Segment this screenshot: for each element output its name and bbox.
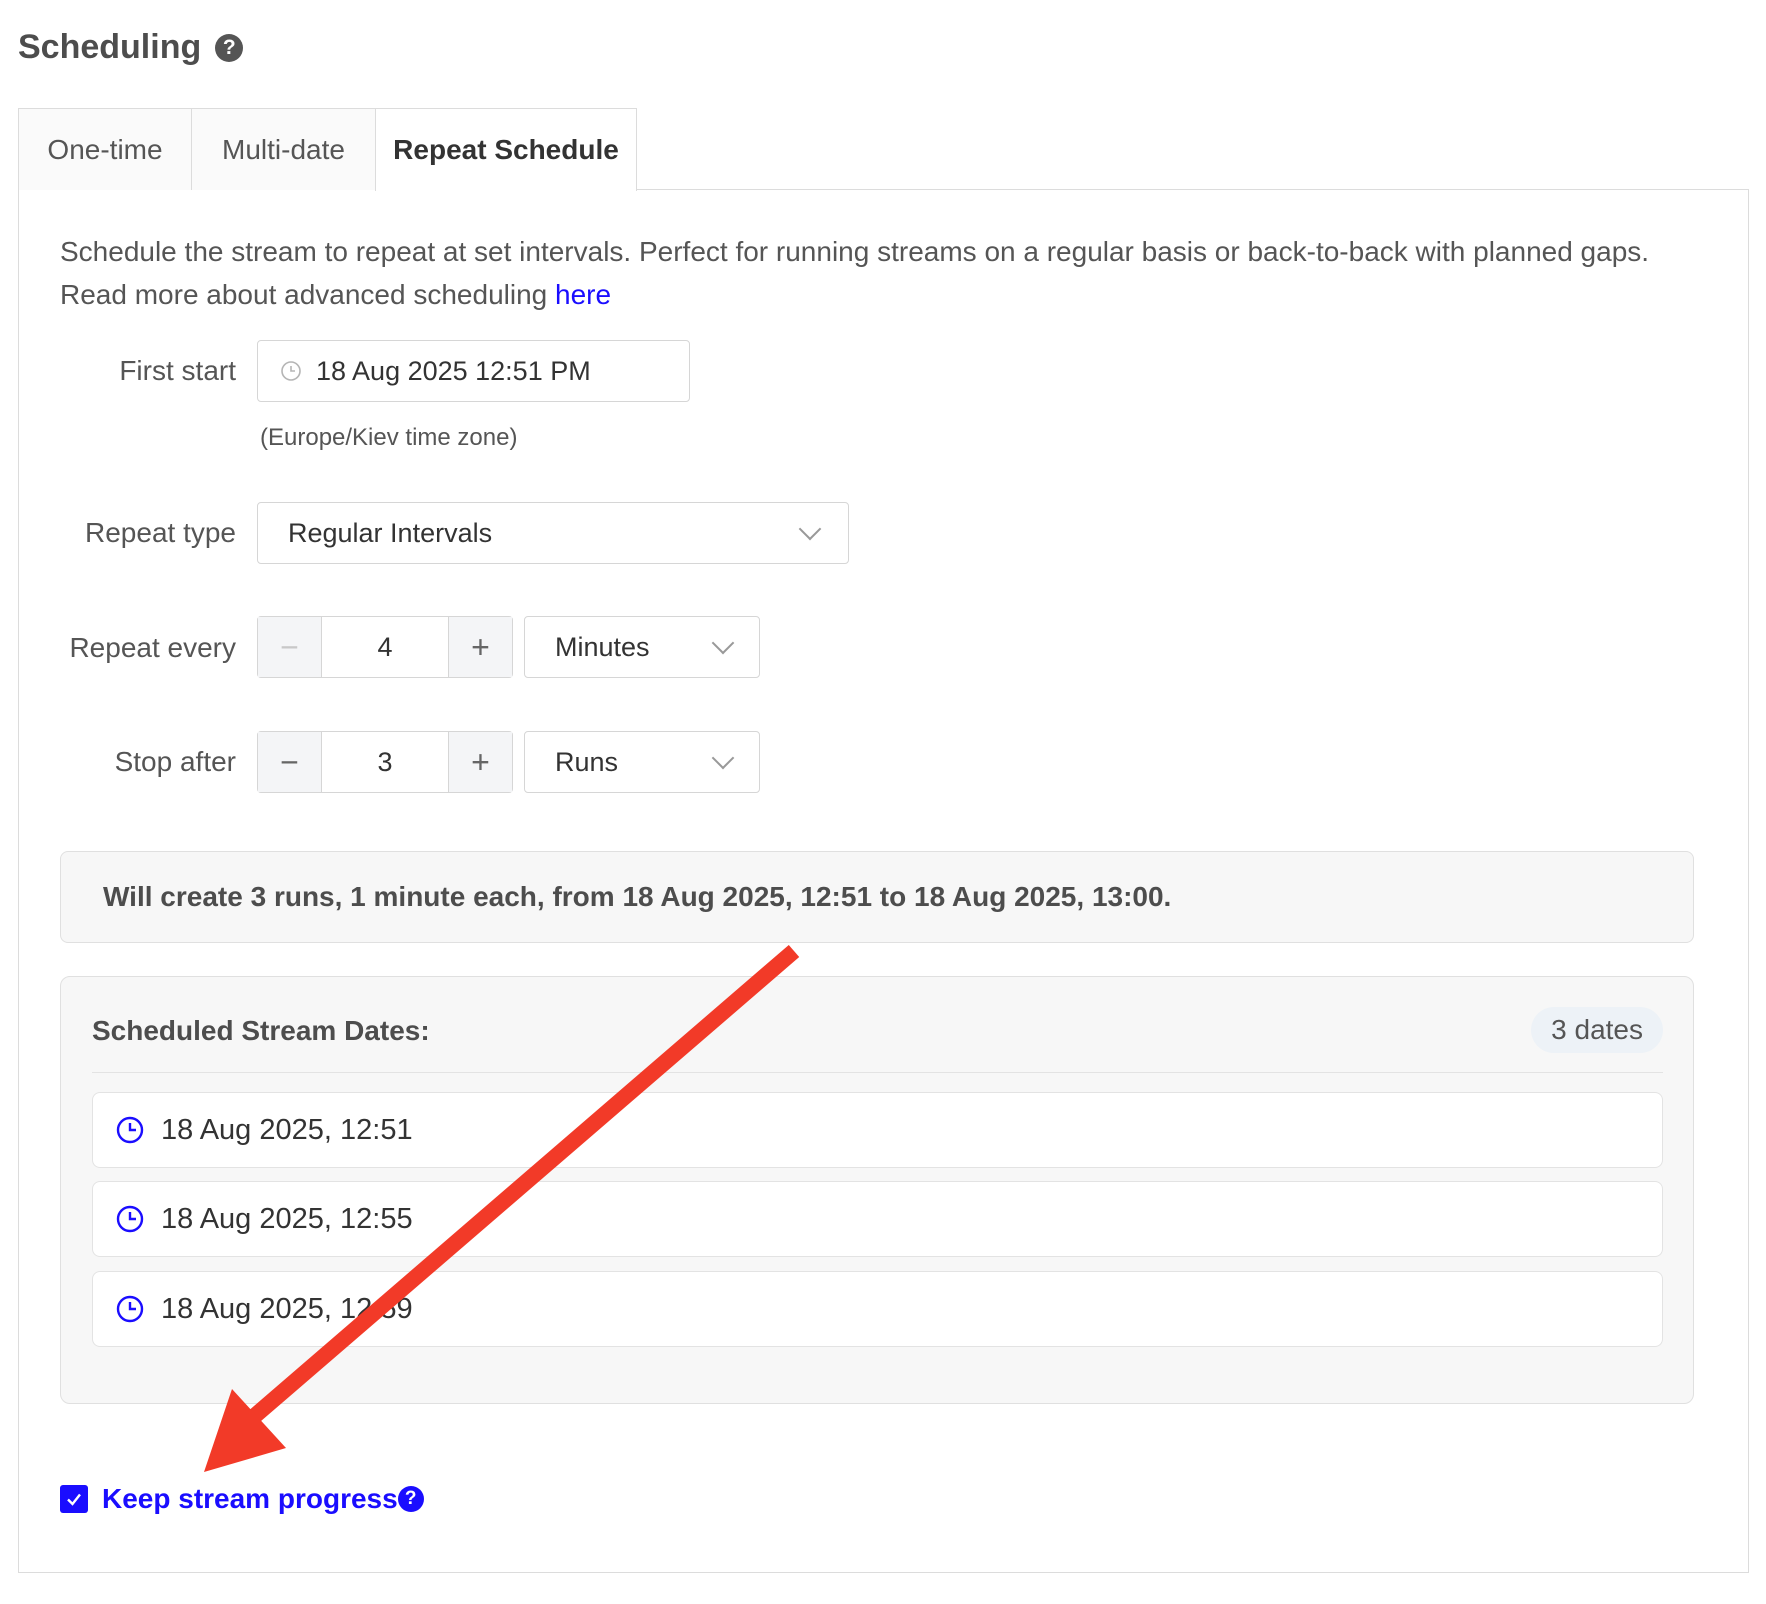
description-line2-text: Read more about advanced scheduling bbox=[60, 279, 556, 310]
chevron-down-icon bbox=[711, 746, 735, 770]
repeat-every-value[interactable]: 4 bbox=[322, 617, 448, 677]
description: Schedule the stream to repeat at set int… bbox=[60, 230, 1720, 316]
clock-icon bbox=[116, 1116, 144, 1144]
repeat-every-label: Repeat every bbox=[69, 632, 236, 663]
help-icon[interactable]: ? bbox=[397, 1486, 424, 1512]
repeat-every-unit-value: Minutes bbox=[555, 631, 650, 662]
description-line2: Read more about advanced scheduling here bbox=[60, 273, 1720, 316]
repeat-type-select[interactable]: Regular Intervals bbox=[257, 502, 849, 564]
section-heading: Scheduling ? bbox=[18, 28, 244, 67]
timezone-note: (Europe/Kiev time zone) bbox=[260, 424, 518, 451]
repeat-type-label: Repeat type bbox=[85, 517, 236, 548]
date-text: 18 Aug 2025, 12:51 bbox=[161, 1113, 413, 1146]
scheduled-dates-title: Scheduled Stream Dates: bbox=[92, 1015, 430, 1046]
tab-one-time[interactable]: One-time bbox=[18, 108, 192, 190]
tab-repeat-schedule[interactable]: Repeat Schedule bbox=[375, 108, 637, 191]
scheduled-dates-panel: Scheduled Stream Dates: 3 dates 18 Aug 2… bbox=[60, 976, 1694, 1404]
stop-after-unit-select[interactable]: Runs bbox=[524, 731, 760, 793]
read-more-link[interactable]: here bbox=[555, 279, 611, 310]
clock-icon bbox=[116, 1205, 144, 1233]
first-start-label: First start bbox=[119, 355, 236, 386]
date-list-item: 18 Aug 2025, 12:55 bbox=[92, 1181, 1663, 1257]
repeat-every-increment-button[interactable]: + bbox=[448, 617, 512, 677]
dates-count-badge: 3 dates bbox=[1531, 1007, 1663, 1053]
section-title: Scheduling bbox=[18, 28, 202, 66]
date-text: 18 Aug 2025, 12:55 bbox=[161, 1202, 413, 1235]
stop-after-decrement-button[interactable]: − bbox=[258, 732, 322, 792]
clock-icon bbox=[281, 361, 301, 381]
stop-after-unit-value: Runs bbox=[555, 746, 619, 777]
chevron-down-icon bbox=[711, 631, 735, 655]
date-list-item: 18 Aug 2025, 12:59 bbox=[92, 1271, 1663, 1347]
help-icon[interactable]: ? bbox=[215, 33, 244, 62]
first-start-value: 18 Aug 2025 12:51 PM bbox=[316, 355, 591, 386]
first-start-input[interactable]: 18 Aug 2025 12:51 PM bbox=[257, 340, 690, 402]
repeat-every-unit-select[interactable]: Minutes bbox=[524, 616, 760, 678]
schedule-summary: Will create 3 runs, 1 minute each, from … bbox=[60, 851, 1694, 943]
repeat-every-stepper: − 4 + bbox=[257, 616, 513, 678]
divider bbox=[92, 1072, 1663, 1073]
stop-after-increment-button[interactable]: + bbox=[448, 732, 512, 792]
description-line1: Schedule the stream to repeat at set int… bbox=[60, 236, 1650, 267]
tab-multi-date[interactable]: Multi-date bbox=[191, 108, 376, 190]
date-list-item: 18 Aug 2025, 12:51 bbox=[92, 1092, 1663, 1168]
checkmark-icon bbox=[67, 1493, 81, 1506]
repeat-every-decrement-button[interactable]: − bbox=[258, 617, 322, 677]
keep-progress-checkbox[interactable] bbox=[60, 1485, 88, 1513]
keep-progress-row: Keep stream progress ? bbox=[60, 1483, 424, 1515]
stop-after-stepper: − 3 + bbox=[257, 731, 513, 793]
chevron-down-icon bbox=[798, 517, 822, 541]
clock-icon bbox=[116, 1295, 144, 1323]
stop-after-value[interactable]: 3 bbox=[322, 732, 448, 792]
keep-progress-label[interactable]: Keep stream progress bbox=[102, 1483, 398, 1515]
date-text: 18 Aug 2025, 12:59 bbox=[161, 1292, 413, 1325]
stop-after-label: Stop after bbox=[114, 746, 236, 777]
repeat-type-value: Regular Intervals bbox=[288, 517, 493, 548]
